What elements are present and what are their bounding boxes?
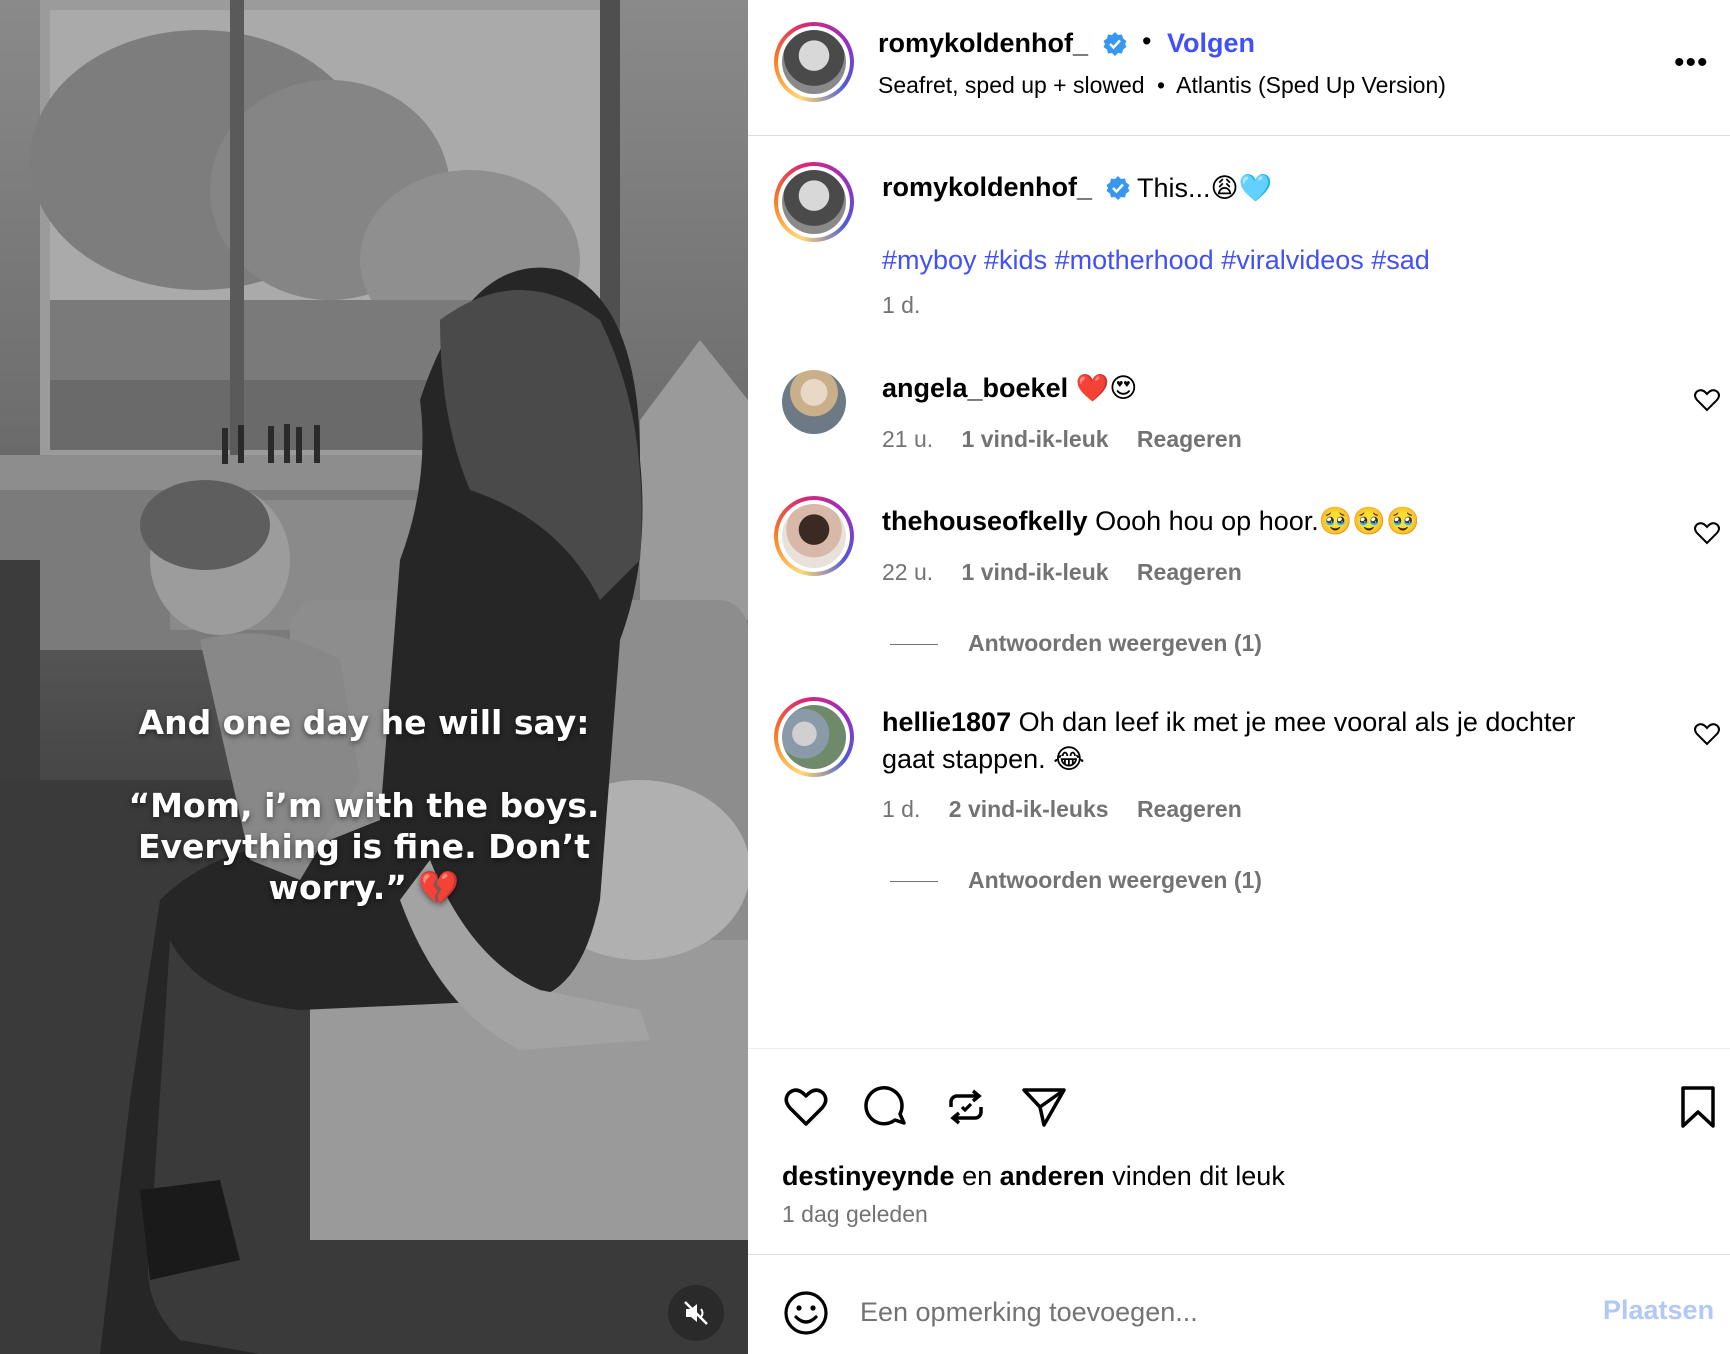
verified-badge-icon xyxy=(1103,32,1127,56)
smiley-icon[interactable] xyxy=(782,1289,830,1337)
liked-by-tail: vinden dit leuk xyxy=(1112,1161,1285,1191)
post-panel: romykoldenhof_ • Volgen Seafret, sped up… xyxy=(748,0,1730,1354)
liked-by-conjunction: en xyxy=(962,1161,993,1191)
divider-line xyxy=(890,881,938,883)
comment-reply-button[interactable]: Reageren xyxy=(1137,426,1242,452)
comment-input[interactable] xyxy=(860,1285,1560,1339)
comment-body: angela_boekel ❤️😍 xyxy=(882,370,1642,407)
comment-icon[interactable] xyxy=(862,1083,910,1131)
comment-composer: Plaatsen xyxy=(748,1254,1730,1354)
video-caption-line-1: And one day he will say: xyxy=(138,703,590,742)
post-comment-button[interactable]: Plaatsen xyxy=(1603,1295,1714,1326)
comment-time: 1 d. xyxy=(882,796,921,822)
more-options-button[interactable]: ••• xyxy=(1674,46,1709,80)
audio-separator: • xyxy=(1156,72,1166,98)
post-date: 1 dag geleden xyxy=(782,1201,928,1227)
video-frame xyxy=(0,0,748,1354)
author-username[interactable]: romykoldenhof_ xyxy=(878,28,1088,59)
comment-avatar[interactable] xyxy=(774,697,854,777)
liked-by-user[interactable]: destinyeynde xyxy=(782,1161,955,1191)
comment-text: Oooh hou op hoor.🥹🥹🥹 xyxy=(1095,506,1420,536)
view-replies-label[interactable]: Antwoorden weergeven (1) xyxy=(968,867,1262,893)
repost-icon[interactable] xyxy=(942,1083,990,1131)
comment-text: Oh dan leef ik met je mee vooral als je … xyxy=(1018,707,1576,737)
post-actions: destinyeynde en anderen vinden dit leuk … xyxy=(748,1048,1730,1254)
comment-meta: 21 u. 1 vind-ik-leuk Reageren xyxy=(882,426,1242,453)
caption-text: This...😩🩵 xyxy=(1137,173,1273,203)
liked-by-summary: destinyeynde en anderen vinden dit leuk xyxy=(782,1161,1285,1192)
follow-button[interactable]: Volgen xyxy=(1167,28,1255,59)
view-replies-button[interactable]: Antwoorden weergeven (1) xyxy=(890,630,1262,657)
author-avatar[interactable] xyxy=(774,22,854,102)
audio-artist[interactable]: Seafret, sped up + slowed xyxy=(878,72,1145,98)
video-player[interactable]: And one day he will say: “Mom, i’m with … xyxy=(0,0,748,1354)
comment-like-heart-icon[interactable] xyxy=(1694,722,1720,746)
audio-info[interactable]: Seafret, sped up + slowed • Atlantis (Sp… xyxy=(878,72,1446,99)
comment-likes[interactable]: 1 vind-ik-leuk xyxy=(962,426,1109,452)
comment-time: 22 u. xyxy=(882,559,934,585)
caption-avatar[interactable] xyxy=(774,162,854,242)
comment-username[interactable]: angela_boekel xyxy=(882,373,1068,403)
divider-line xyxy=(890,644,938,646)
comment-like-heart-icon[interactable] xyxy=(1694,521,1720,545)
comment-time: 21 u. xyxy=(882,426,934,452)
view-replies-label[interactable]: Antwoorden weergeven (1) xyxy=(968,630,1262,656)
verified-badge-icon xyxy=(1106,176,1130,200)
video-caption-line-2: “Mom, i’m with the boys. xyxy=(128,786,600,825)
bookmark-icon[interactable] xyxy=(1674,1083,1722,1131)
comment-avatar[interactable] xyxy=(774,496,854,576)
comment-avatar[interactable] xyxy=(782,370,846,434)
comment-meta: 1 d. 2 vind-ik-leuks Reageren xyxy=(882,796,1242,823)
liked-by-others[interactable]: anderen xyxy=(1000,1161,1105,1191)
comment-like-heart-icon[interactable] xyxy=(1694,388,1720,412)
video-caption-line-4: worry.” 💔 xyxy=(268,868,460,907)
comment-body: hellie1807 Oh dan leef ik met je mee voo… xyxy=(882,704,1642,778)
comment-meta: 22 u. 1 vind-ik-leuk Reageren xyxy=(882,559,1242,586)
comment-reply-button[interactable]: Reageren xyxy=(1137,559,1242,585)
comment-text: ❤️😍 xyxy=(1075,373,1138,403)
comment-username[interactable]: hellie1807 xyxy=(882,707,1011,737)
header-separator: • xyxy=(1142,26,1152,56)
speaker-muted-icon xyxy=(684,1301,708,1325)
comment-body: thehouseofkelly Oooh hou op hoor.🥹🥹🥹 xyxy=(882,503,1642,540)
caption-username[interactable]: romykoldenhof_ xyxy=(882,172,1092,203)
video-caption-line-3: Everything is fine. Don’t xyxy=(137,827,591,866)
share-icon[interactable] xyxy=(1020,1083,1068,1131)
post-header: romykoldenhof_ • Volgen Seafret, sped up… xyxy=(748,0,1730,136)
audio-track[interactable]: Atlantis (Sped Up Version) xyxy=(1176,72,1446,98)
comment-reply-button[interactable]: Reageren xyxy=(1137,796,1242,822)
video-caption-quote: “Mom, i’m with the boys. Everything is f… xyxy=(0,785,728,908)
caption-hashtags[interactable]: #myboy #kids #motherhood #viralvideos #s… xyxy=(882,245,1430,276)
comment-username[interactable]: thehouseofkelly xyxy=(882,506,1088,536)
caption-timestamp: 1 d. xyxy=(882,292,921,318)
view-replies-button[interactable]: Antwoorden weergeven (1) xyxy=(890,867,1262,894)
comment-likes[interactable]: 2 vind-ik-leuks xyxy=(949,796,1109,822)
comment-text-continued: gaat stappen. 😂 xyxy=(882,744,1085,774)
comment-likes[interactable]: 1 vind-ik-leuk xyxy=(962,559,1109,585)
mute-button[interactable] xyxy=(668,1285,724,1341)
heart-icon[interactable] xyxy=(782,1083,830,1131)
